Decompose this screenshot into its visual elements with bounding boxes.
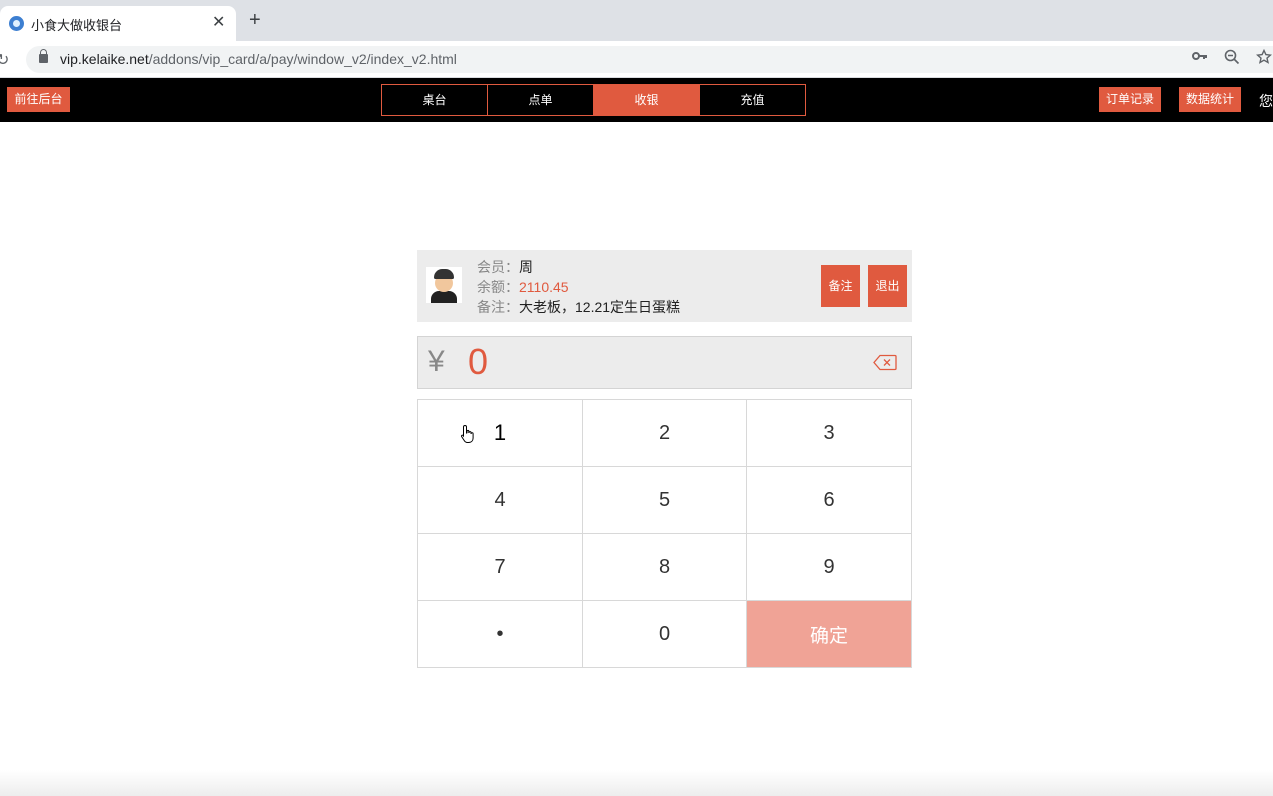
address-bar[interactable]: vip.kelaike.net/addons/vip_card/a/pay/wi…: [26, 46, 1273, 73]
browser-tab-strip: 小食大做收银台 ✕ +: [0, 0, 1273, 41]
hand-cursor-icon: [460, 424, 474, 443]
member-row: 会员：周: [477, 259, 533, 275]
member-balance: 2110.45: [519, 279, 569, 295]
numeric-keypad: 1 2 3 4 5 6 7 8 9 • 0 确定: [417, 399, 912, 668]
amount-value: 0: [468, 341, 489, 382]
user-greeting: 您: [1259, 93, 1273, 109]
key-icon[interactable]: [1192, 49, 1208, 67]
key-7[interactable]: 7: [418, 534, 583, 601]
zoom-icon[interactable]: [1224, 49, 1240, 69]
order-records-button[interactable]: 订单记录: [1099, 87, 1161, 112]
member-name: 周: [519, 259, 533, 275]
data-stats-button[interactable]: 数据统计: [1179, 87, 1241, 112]
member-note: 大老板，12.21定生日蛋糕: [519, 299, 681, 315]
note-button[interactable]: 备注: [821, 265, 860, 307]
key-0[interactable]: 0: [583, 601, 747, 668]
key-decimal[interactable]: •: [418, 601, 583, 668]
key-2[interactable]: 2: [583, 400, 747, 467]
bottom-edge: [0, 770, 1273, 796]
currency-symbol: ¥: [428, 345, 445, 378]
tab-checkout[interactable]: 收银: [594, 85, 700, 115]
key-8[interactable]: 8: [583, 534, 747, 601]
close-tab-icon[interactable]: ✕: [212, 12, 225, 32]
new-tab-icon[interactable]: +: [249, 10, 261, 30]
goto-admin-button[interactable]: 前往后台: [7, 87, 70, 112]
confirm-button[interactable]: 确定: [747, 601, 912, 668]
key-1[interactable]: 1: [418, 400, 583, 467]
tab-tables[interactable]: 桌台: [382, 85, 488, 115]
lock-icon[interactable]: [39, 49, 48, 63]
tab-recharge[interactable]: 充值: [700, 85, 805, 115]
key-6[interactable]: 6: [747, 467, 912, 534]
key-9[interactable]: 9: [747, 534, 912, 601]
avatar: [426, 267, 462, 303]
main-tabs: 桌台 点单 收银 充值: [381, 84, 806, 116]
member-info: 会员：周 余额：2110.45 备注：大老板，12.21定生日蛋糕: [477, 257, 680, 317]
key-3[interactable]: 3: [747, 400, 912, 467]
app-navbar: 前往后台 桌台 点单 收银 充值 订单记录 数据统计 您: [0, 78, 1273, 122]
favicon-icon: [9, 16, 24, 31]
member-card: 会员：周 余额：2110.45 备注：大老板，12.21定生日蛋糕 备注 退出: [417, 250, 912, 322]
tab-title: 小食大做收银台: [31, 18, 123, 33]
note-row: 备注：大老板，12.21定生日蛋糕: [477, 299, 681, 315]
tab-order[interactable]: 点单: [488, 85, 594, 115]
amount-display: ¥ 0: [417, 336, 912, 389]
reload-icon[interactable]: ↻: [0, 50, 9, 70]
exit-member-button[interactable]: 退出: [868, 265, 907, 307]
url-text[interactable]: vip.kelaike.net/addons/vip_card/a/pay/wi…: [60, 51, 457, 67]
key-5[interactable]: 5: [583, 467, 747, 534]
backspace-icon[interactable]: [873, 354, 897, 371]
balance-row: 余额：2110.45: [477, 279, 569, 295]
browser-toolbar: ↻ vip.kelaike.net/addons/vip_card/a/pay/…: [0, 41, 1273, 78]
star-icon[interactable]: [1255, 48, 1273, 69]
key-4[interactable]: 4: [418, 467, 583, 534]
browser-tab[interactable]: 小食大做收银台 ✕: [0, 6, 236, 41]
